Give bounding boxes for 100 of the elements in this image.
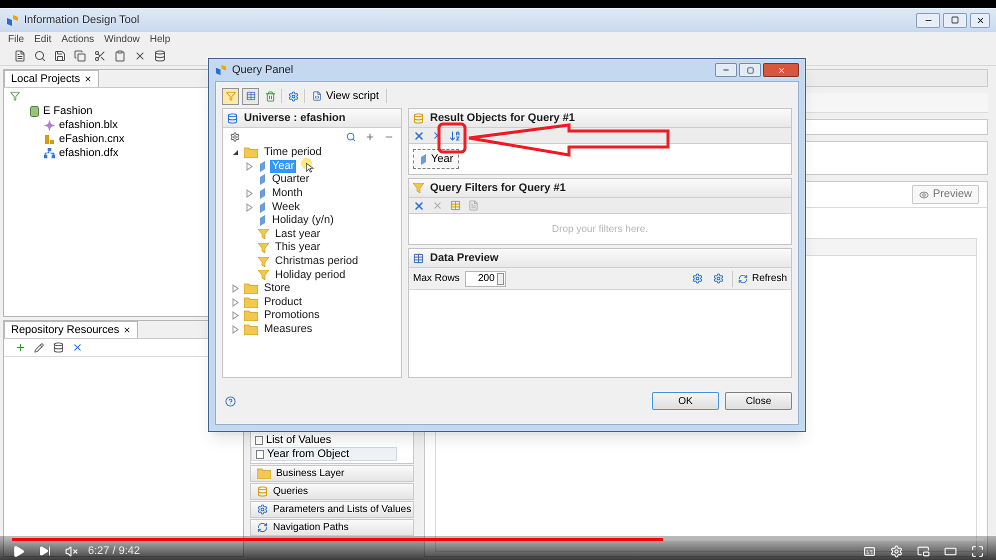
- new-file-icon[interactable]: [14, 50, 26, 62]
- max-rows-field[interactable]: 200: [464, 270, 506, 286]
- mute-icon[interactable]: [65, 544, 78, 558]
- menu-item[interactable]: Actions: [61, 32, 94, 46]
- theater-mode-icon[interactable]: [944, 544, 957, 558]
- help-icon[interactable]: [224, 396, 236, 406]
- dimension-icon: [258, 174, 266, 186]
- delete-icon[interactable]: [72, 342, 82, 353]
- cut-icon[interactable]: [94, 50, 106, 62]
- add-icon[interactable]: [14, 342, 26, 353]
- expand-arrow-icon[interactable]: [245, 202, 254, 212]
- section-tab[interactable]: Business Layer: [250, 465, 414, 482]
- local-projects-tab[interactable]: Local Projects: [4, 70, 100, 87]
- tree-item[interactable]: Month: [270, 187, 305, 200]
- expand-arrow-icon[interactable]: [245, 189, 254, 198]
- folder-icon: [244, 296, 258, 308]
- close-icon: [776, 66, 786, 74]
- dialog-button[interactable]: Close: [725, 392, 792, 410]
- list-item[interactable]: Year from Object: [251, 447, 397, 461]
- tree-item[interactable]: This year: [273, 241, 322, 254]
- expand-arrow-icon[interactable]: [231, 298, 240, 307]
- tree-item[interactable]: Time period: [262, 146, 324, 160]
- tree-item[interactable]: Quarter: [270, 173, 312, 186]
- filter-toggle-button[interactable]: [222, 88, 239, 104]
- view-script-button[interactable]: View script: [308, 88, 383, 104]
- miniplayer-icon[interactable]: [917, 544, 930, 558]
- tree-item[interactable]: Promotions: [262, 309, 322, 322]
- copy-icon[interactable]: [74, 50, 86, 62]
- section-title: Data Preview: [430, 250, 498, 266]
- query-properties-icon[interactable]: [288, 90, 298, 102]
- tree-item[interactable]: Holiday (y/n): [270, 214, 336, 228]
- expand-arrow-icon[interactable]: [245, 162, 254, 171]
- folder-icon: [244, 310, 258, 322]
- expand-arrow-icon[interactable]: [231, 325, 240, 334]
- expand-arrow-icon[interactable]: [231, 311, 240, 320]
- save-icon[interactable]: [54, 50, 66, 62]
- file-name[interactable]: efashion.dfx: [59, 144, 118, 162]
- table-toggle-button[interactable]: [242, 88, 259, 104]
- folder-icon: [244, 147, 258, 158]
- tree-item[interactable]: Product: [262, 296, 304, 309]
- section-tab[interactable]: Navigation Paths: [250, 519, 414, 536]
- refresh-icon: [738, 274, 748, 284]
- menu-item[interactable]: File: [8, 32, 24, 46]
- sort-icon[interactable]: [449, 130, 461, 142]
- database-icon[interactable]: [52, 342, 64, 353]
- tree-item[interactable]: E Fashion: [43, 102, 93, 120]
- maximize-button[interactable]: [739, 63, 761, 77]
- maximize-icon: [746, 66, 754, 74]
- menu-item[interactable]: Window: [104, 32, 140, 46]
- section-tab[interactable]: Queries: [250, 483, 414, 500]
- maximize-button[interactable]: [943, 12, 967, 28]
- delete-icon[interactable]: [134, 50, 146, 62]
- highlight-frame: [438, 122, 466, 154]
- search-icon[interactable]: [34, 50, 46, 62]
- database-icon: [413, 112, 424, 124]
- play-icon[interactable]: [12, 544, 25, 558]
- paste-icon[interactable]: [114, 50, 126, 62]
- file-name[interactable]: efashion.blx: [59, 116, 118, 134]
- close-icon: [123, 326, 132, 334]
- preview-icon: [918, 190, 929, 200]
- close-icon: [84, 75, 92, 83]
- tree-item[interactable]: Week: [270, 200, 302, 214]
- dimension-icon: [258, 188, 266, 200]
- tree-item[interactable]: Last year: [273, 228, 322, 241]
- tree-item[interactable]: Measures: [262, 323, 314, 336]
- dialog-button[interactable]: OK: [652, 392, 719, 410]
- app-logo-icon: [6, 14, 19, 26]
- expand-arrow-icon[interactable]: [231, 284, 240, 294]
- menu-item[interactable]: Help: [150, 32, 170, 46]
- drop-zone-hint: Drop your filters here.: [552, 222, 648, 236]
- expand-all-icon[interactable]: [365, 132, 375, 142]
- section-tab[interactable]: Parameters and Lists of Values: [250, 501, 414, 518]
- repository-resources-tab[interactable]: Repository Resources: [4, 321, 138, 338]
- menu-item[interactable]: Edit: [34, 32, 52, 46]
- result-object-chip[interactable]: Year: [413, 149, 460, 169]
- tree-item[interactable]: Holiday period: [273, 268, 348, 282]
- project-icon: [30, 106, 39, 116]
- tree-item[interactable]: Store: [262, 282, 292, 296]
- captions-icon[interactable]: [863, 544, 876, 558]
- edit-icon[interactable]: [34, 342, 44, 352]
- search-icon[interactable]: [346, 132, 356, 142]
- tree-item[interactable]: Christmas period: [273, 255, 360, 268]
- list-item[interactable]: List of Values: [251, 433, 397, 447]
- collapse-arrow-icon[interactable]: [231, 148, 240, 158]
- dimension-icon: [258, 202, 266, 213]
- refresh-button[interactable]: Refresh: [738, 271, 787, 286]
- next-icon[interactable]: [39, 545, 51, 557]
- remove-all-icon[interactable]: [413, 130, 425, 142]
- table-icon: [413, 252, 424, 264]
- spinner-icon[interactable]: [496, 272, 504, 284]
- close-button[interactable]: [763, 63, 799, 77]
- file-name[interactable]: eFashion.cnx: [59, 130, 124, 148]
- remove-all-icon[interactable]: [413, 200, 425, 212]
- section-title: Query Filters for Query #1: [430, 180, 566, 196]
- progress-track[interactable]: [12, 538, 984, 541]
- database-icon: [257, 486, 268, 497]
- database-icon[interactable]: [154, 50, 166, 62]
- preview-button[interactable]: Preview: [912, 185, 979, 204]
- close-button[interactable]: [970, 12, 990, 28]
- fullscreen-icon[interactable]: [971, 544, 984, 558]
